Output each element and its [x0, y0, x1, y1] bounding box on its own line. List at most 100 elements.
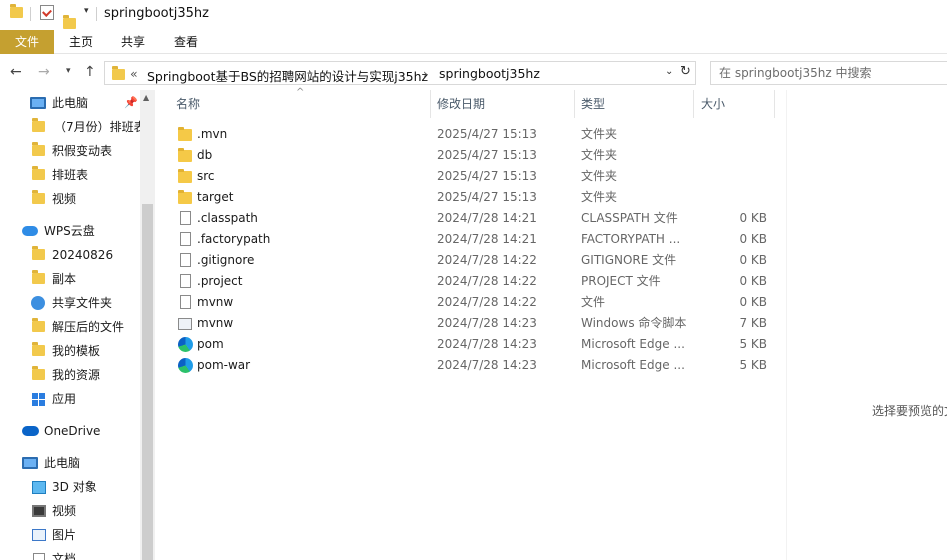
- breadcrumb-item[interactable]: Springboot基于BS的招聘网站的设计与实现j35hz: [147, 66, 428, 85]
- file-size: 0 KB: [739, 274, 767, 288]
- search-input[interactable]: [711, 62, 947, 84]
- breadcrumb-separator[interactable]: ›: [423, 66, 428, 81]
- refresh-icon[interactable]: ↻: [680, 64, 691, 79]
- file-row[interactable]: pom-war 2024/7/28 14:23 Microsoft Edge .…: [170, 355, 780, 376]
- file-row[interactable]: src 2025/4/27 15:13 文件夹: [170, 166, 780, 187]
- tab-share[interactable]: 共享: [110, 30, 156, 54]
- pictures-icon: [32, 529, 46, 541]
- column-divider[interactable]: [574, 90, 575, 118]
- file-row[interactable]: mvnw 2024/7/28 14:22 文件 0 KB: [170, 292, 780, 313]
- folder-icon: [178, 148, 192, 162]
- cloud-icon: [22, 226, 38, 236]
- file-row[interactable]: .gitignore 2024/7/28 14:22 GITIGNORE 文件 …: [170, 250, 780, 271]
- sidebar-item-label: 应用: [52, 392, 77, 406]
- divider: [30, 7, 31, 21]
- sidebar-item-folder[interactable]: 解压后的文件: [0, 315, 140, 339]
- address-bar[interactable]: « Springboot基于BS的招聘网站的设计与实现j35hz › sprin…: [104, 61, 696, 85]
- sidebar-item-folder[interactable]: 我的模板: [0, 339, 140, 363]
- pc-icon: [30, 97, 46, 109]
- folder-icon: [32, 318, 45, 332]
- folder-icon: [178, 169, 192, 183]
- file-row[interactable]: db 2025/4/27 15:13 文件夹: [170, 145, 780, 166]
- sidebar-item-folder[interactable]: （7月份）排班表: [0, 115, 140, 139]
- file-type: 文件夹: [581, 169, 618, 183]
- pin-icon[interactable]: 📌: [124, 91, 138, 115]
- sidebar-item-this-pc[interactable]: 此电脑: [0, 451, 140, 475]
- sidebar-item-shared-folder[interactable]: 共享文件夹: [0, 291, 140, 315]
- file-size: 5 KB: [739, 358, 767, 372]
- sidebar-item-label: 我的资源: [52, 368, 101, 382]
- column-divider[interactable]: [774, 90, 775, 118]
- column-header-type[interactable]: 类型: [581, 90, 605, 118]
- scroll-up-icon[interactable]: ▲: [143, 93, 149, 102]
- column-divider[interactable]: [430, 90, 431, 118]
- preview-pane-divider[interactable]: [786, 90, 787, 560]
- sidebar-item-folder[interactable]: 我的资源: [0, 363, 140, 387]
- file-row[interactable]: .factorypath 2024/7/28 14:21 FACTORYPATH…: [170, 229, 780, 250]
- overflow-chevron[interactable]: «: [130, 66, 138, 81]
- folder-icon: [32, 270, 45, 284]
- tab-file[interactable]: 文件: [0, 30, 54, 54]
- forward-arrow-icon[interactable]: →: [38, 64, 50, 80]
- new-folder-icon[interactable]: [63, 15, 76, 29]
- file-row[interactable]: .mvn 2025/4/27 15:13 文件夹: [170, 124, 780, 145]
- cmd-script-icon: [178, 318, 192, 330]
- file-name: src: [197, 169, 215, 183]
- sidebar-item-3d-objects[interactable]: 3D 对象: [0, 475, 140, 499]
- file-name: mvnw: [197, 316, 234, 330]
- sidebar-item-wps-cloud[interactable]: WPS云盘: [0, 219, 140, 243]
- address-dropdown-icon[interactable]: ⌄: [665, 66, 673, 77]
- file-name: .gitignore: [197, 253, 255, 267]
- sidebar-item-videos[interactable]: 视频: [0, 499, 140, 523]
- sidebar-item-documents[interactable]: 文档: [0, 547, 140, 560]
- folder-icon: [32, 366, 45, 380]
- navigation-pane: 此电脑 📌 （7月份）排班表 积假变动表 排班表 视频 WPS云盘 202408…: [0, 90, 155, 560]
- sidebar-item-folder[interactable]: 20240826: [0, 243, 140, 267]
- file-name: target: [197, 190, 234, 204]
- file-name: .classpath: [197, 211, 258, 225]
- sidebar-item-label: OneDrive: [44, 424, 101, 438]
- sidebar-item-onedrive[interactable]: OneDrive: [0, 419, 140, 443]
- properties-icon[interactable]: [40, 5, 54, 20]
- apps-icon: [32, 393, 45, 406]
- sidebar-item-folder[interactable]: 积假变动表: [0, 139, 140, 163]
- sidebar-item-label: 副本: [52, 272, 77, 286]
- file-row[interactable]: mvnw 2024/7/28 14:23 Windows 命令脚本 7 KB: [170, 313, 780, 334]
- file-name: mvnw: [197, 295, 234, 309]
- file-name: db: [197, 148, 213, 162]
- share-icon: [31, 296, 45, 310]
- sidebar-item-label: 20240826: [52, 248, 114, 262]
- file-row[interactable]: pom 2024/7/28 14:23 Microsoft Edge ... 5…: [170, 334, 780, 355]
- sort-ascending-icon: ^: [296, 87, 305, 98]
- file-row[interactable]: .project 2024/7/28 14:22 PROJECT 文件 0 KB: [170, 271, 780, 292]
- column-header-size[interactable]: 大小: [701, 90, 725, 118]
- sidebar-item-pictures[interactable]: 图片: [0, 523, 140, 547]
- search-box[interactable]: [710, 61, 947, 85]
- customize-toolbar-icon[interactable]: ▾: [84, 6, 89, 16]
- sidebar-item-folder[interactable]: 视频: [0, 187, 140, 211]
- file-date: 2024/7/28 14:21: [437, 211, 537, 225]
- pc-icon: [22, 457, 38, 469]
- back-arrow-icon[interactable]: ←: [10, 64, 22, 80]
- up-arrow-icon[interactable]: ↑: [84, 64, 96, 80]
- sidebar-item-folder[interactable]: 排班表: [0, 163, 140, 187]
- sidebar-item-label: WPS云盘: [44, 224, 95, 238]
- file-row[interactable]: .classpath 2024/7/28 14:21 CLASSPATH 文件 …: [170, 208, 780, 229]
- column-header-date[interactable]: 修改日期: [437, 90, 485, 118]
- checkmark-icon: [42, 7, 52, 17]
- sidebar-scrollbar[interactable]: ▲: [140, 90, 155, 560]
- tab-view[interactable]: 查看: [163, 30, 209, 54]
- recent-locations-icon[interactable]: ▾: [66, 66, 71, 76]
- sidebar-item-apps[interactable]: 应用: [0, 387, 140, 411]
- sidebar-item-folder[interactable]: 副本: [0, 267, 140, 291]
- file-row[interactable]: target 2025/4/27 15:13 文件夹: [170, 187, 780, 208]
- column-divider[interactable]: [693, 90, 694, 118]
- folder-icon: [112, 66, 125, 80]
- file-name: pom: [197, 337, 224, 351]
- sidebar-item-this-pc[interactable]: 此电脑 📌: [0, 91, 140, 115]
- scrollbar-thumb[interactable]: [142, 204, 153, 560]
- sidebar-item-label: 图片: [52, 528, 77, 542]
- column-header-name[interactable]: 名称: [176, 90, 200, 118]
- breadcrumb-item[interactable]: springbootj35hz: [439, 66, 540, 81]
- tab-home[interactable]: 主页: [58, 30, 104, 54]
